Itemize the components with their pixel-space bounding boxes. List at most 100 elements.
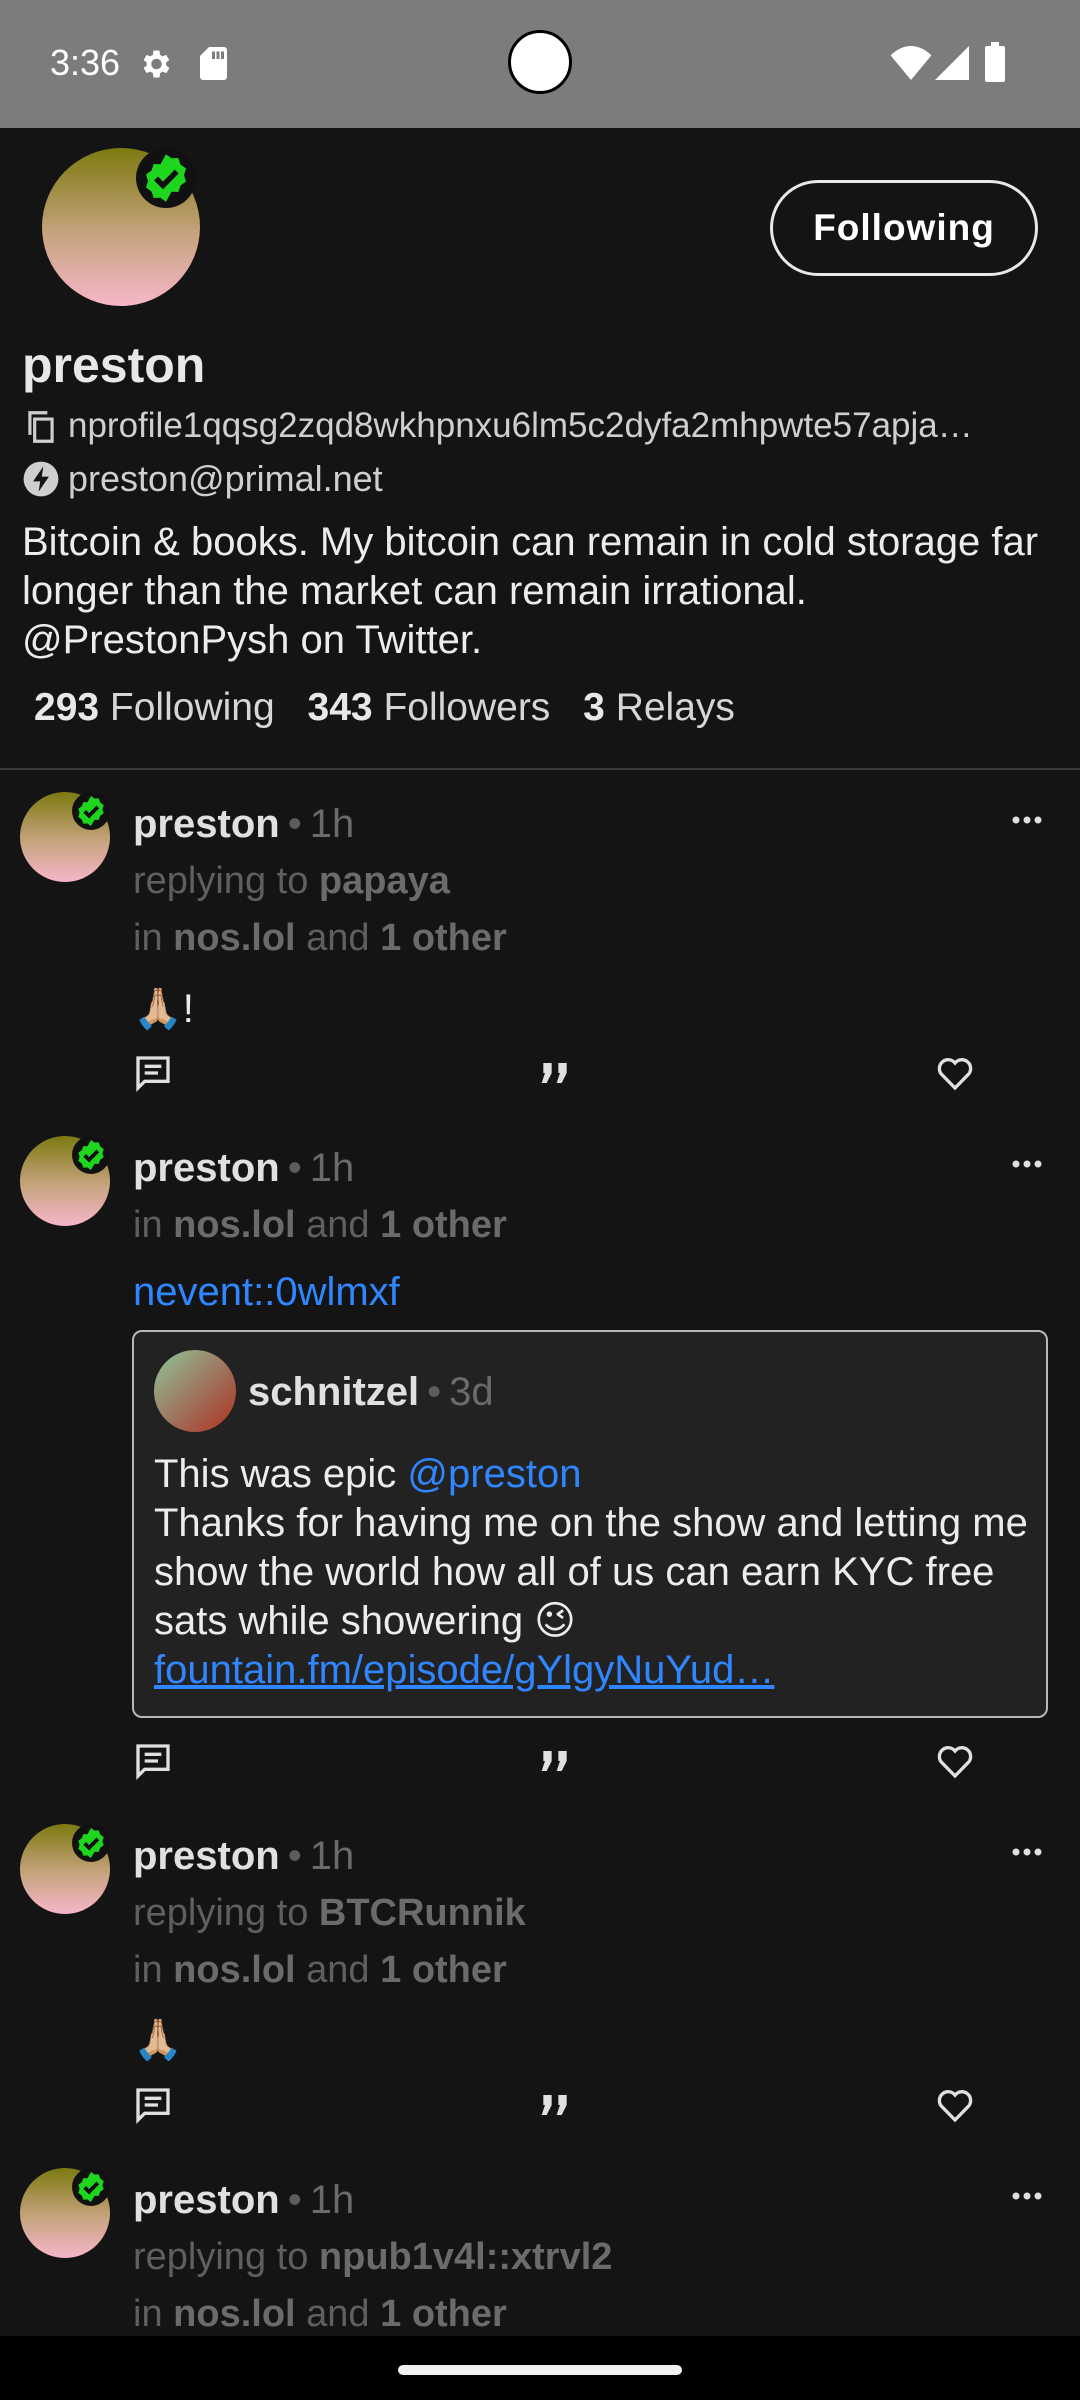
- profile-bio: Bitcoin & books. My bitcoin can remain i…: [22, 520, 1039, 662]
- nevent-link[interactable]: nevent::0wlmxf: [133, 1270, 400, 1315]
- post-content: 🙏🏼!: [133, 987, 194, 1031]
- reply-to-user[interactable]: papaya: [319, 860, 450, 902]
- separator-dot: •: [287, 1834, 302, 1878]
- following-count: 293: [34, 686, 100, 729]
- following-stat[interactable]: 293 Following: [34, 686, 275, 729]
- more-options-icon[interactable]: [1012, 1847, 1042, 1857]
- relay-others[interactable]: 1 other: [380, 1949, 507, 1991]
- avatar[interactable]: [154, 1350, 236, 1432]
- in-prefix: in: [133, 2293, 163, 2335]
- author-name: preston: [133, 1834, 280, 1878]
- and-text: and: [306, 1949, 370, 1991]
- quoted-content: This was epic @preston Thanks for having…: [154, 1450, 1034, 1695]
- wifi-icon: [890, 46, 932, 80]
- author-name: preston: [133, 2178, 280, 2222]
- more-options-icon[interactable]: [1012, 2191, 1042, 2201]
- post-time: 1h: [309, 1834, 355, 1878]
- gear-icon: [143, 50, 170, 78]
- verified-badge-icon: [72, 1136, 110, 1174]
- quoted-note[interactable]: schnitzel • 3d This was epic @preston Than…: [132, 1330, 1048, 1718]
- quoted-body: Thanks for having me on the show and let…: [154, 1501, 1028, 1643]
- followers-count: 343: [307, 686, 373, 729]
- reply-context: replying to papaya: [133, 860, 450, 903]
- mention-link[interactable]: @preston: [407, 1452, 581, 1496]
- separator-dot: •: [287, 1146, 302, 1190]
- relay-context: in nos.lol and 1 other: [133, 1204, 507, 1247]
- like-icon[interactable]: [935, 2085, 975, 2125]
- quoted-author[interactable]: schnitzel • 3d: [248, 1370, 494, 1415]
- author-name: preston: [133, 1146, 280, 1190]
- profile-npub[interactable]: nprofile1qqsg2zqd8wkhpnxu6lm5c2dyfa2mhpw…: [68, 406, 1038, 446]
- author-name: schnitzel: [248, 1370, 420, 1414]
- in-prefix: in: [133, 917, 163, 959]
- profile-nip05[interactable]: preston@primal.net: [68, 458, 383, 500]
- relay-name[interactable]: nos.lol: [173, 1204, 295, 1246]
- more-options-icon[interactable]: [1012, 815, 1042, 825]
- relays-stat[interactable]: 3 Relays: [583, 686, 735, 729]
- profile-name: preston: [22, 337, 206, 393]
- reply-to-user[interactable]: BTCRunnik: [319, 1892, 526, 1934]
- copy-icon[interactable]: [22, 408, 60, 446]
- followers-stat[interactable]: 343 Followers: [308, 686, 551, 729]
- and-text: and: [306, 2293, 370, 2335]
- reply-prefix: replying to: [133, 2236, 309, 2278]
- following-label: Following: [109, 686, 275, 729]
- reply-to-user[interactable]: npub1v4l::xtrvl2: [319, 2236, 613, 2278]
- reply-context: replying to npub1v4l::xtrvl2: [133, 2236, 612, 2279]
- reply-context: replying to BTCRunnik: [133, 1892, 526, 1935]
- lightning-icon: [23, 461, 59, 497]
- post-author[interactable]: preston • 1h: [133, 1834, 354, 1879]
- verified-badge-icon: [72, 2168, 110, 2206]
- relay-name[interactable]: nos.lol: [173, 917, 295, 959]
- quoted-line: This was epic: [154, 1452, 408, 1496]
- relay-others[interactable]: 1 other: [380, 917, 507, 959]
- like-icon[interactable]: [935, 1053, 975, 1093]
- sd-card-icon: [200, 47, 227, 80]
- verified-badge-icon: [72, 792, 110, 830]
- followers-label: Followers: [383, 686, 551, 729]
- status-bar: 3:36: [0, 0, 1080, 128]
- battery-icon: [985, 42, 1005, 82]
- post-time: 3d: [449, 1370, 494, 1414]
- relay-name[interactable]: nos.lol: [173, 2293, 295, 2335]
- post-time: 1h: [309, 802, 355, 846]
- relay-name[interactable]: nos.lol: [173, 1949, 295, 1991]
- signal-icon: [935, 46, 969, 80]
- post-author[interactable]: preston • 1h: [133, 802, 354, 847]
- verified-badge-icon: [72, 1824, 110, 1862]
- reply-icon[interactable]: [133, 2085, 173, 2125]
- relay-others[interactable]: 1 other: [380, 2293, 507, 2335]
- relays-label: Relays: [615, 686, 735, 729]
- quote-icon[interactable]: [535, 2085, 575, 2125]
- relay-context: in nos.lol and 1 other: [133, 2293, 507, 2336]
- quote-icon[interactable]: [535, 1741, 575, 1781]
- post-time: 1h: [309, 2178, 355, 2222]
- separator-dot: •: [287, 2178, 302, 2222]
- relays-count: 3: [583, 686, 605, 729]
- profile-stats: 293 Following 343 Followers 3 Relays: [34, 686, 757, 730]
- verified-badge-icon: [136, 148, 196, 208]
- post-author[interactable]: preston • 1h: [133, 1146, 354, 1191]
- relay-context: in nos.lol and 1 other: [133, 1949, 507, 1992]
- relay-others[interactable]: 1 other: [380, 1204, 507, 1246]
- post-content: 🙏🏼: [133, 2018, 183, 2062]
- more-options-icon[interactable]: [1012, 1159, 1042, 1169]
- in-prefix: in: [133, 1204, 163, 1246]
- relay-context: in nos.lol and 1 other: [133, 917, 507, 960]
- reply-icon[interactable]: [133, 1053, 173, 1093]
- url-link[interactable]: fountain.fm/episode/gYlgyNuYud…: [154, 1648, 774, 1692]
- following-button[interactable]: Following: [770, 180, 1038, 276]
- quote-icon[interactable]: [535, 1053, 575, 1093]
- like-icon[interactable]: [935, 1741, 975, 1781]
- divider: [0, 768, 1080, 770]
- reply-icon[interactable]: [133, 1741, 173, 1781]
- post-author[interactable]: preston • 1h: [133, 2178, 354, 2223]
- camera-cutout: [508, 30, 572, 94]
- reply-prefix: replying to: [133, 860, 309, 902]
- reply-prefix: replying to: [133, 1892, 309, 1934]
- separator-dot: •: [427, 1370, 442, 1414]
- separator-dot: •: [287, 802, 302, 846]
- home-gesture-handle[interactable]: [398, 2365, 682, 2375]
- post-time: 1h: [309, 1146, 355, 1190]
- status-time: 3:36: [50, 42, 121, 83]
